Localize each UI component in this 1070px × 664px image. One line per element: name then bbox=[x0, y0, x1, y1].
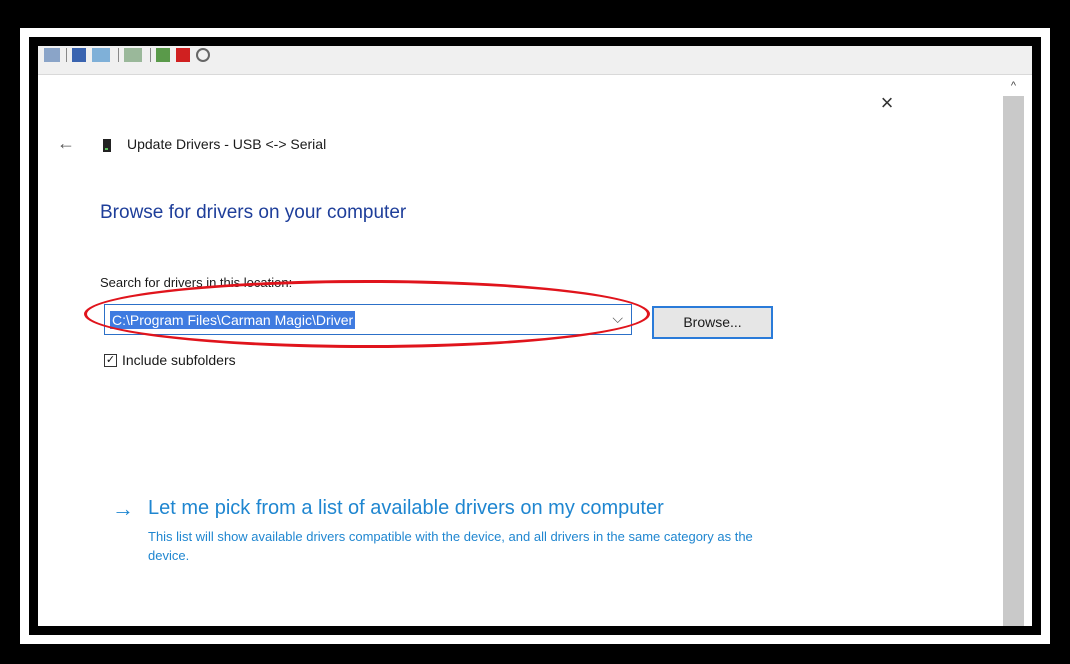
pick-from-list-link[interactable]: Let me pick from a list of available dri… bbox=[148, 497, 664, 520]
toolbar-separator bbox=[66, 48, 67, 62]
vertical-scrollbar[interactable]: ^ bbox=[1003, 76, 1024, 626]
pick-from-list-description: This list will show available drivers co… bbox=[148, 529, 753, 563]
toolbar-icon[interactable] bbox=[156, 48, 170, 62]
arrow-right-icon[interactable]: → bbox=[112, 497, 134, 521]
back-arrow-icon[interactable]: ← bbox=[57, 133, 75, 153]
include-subfolders-checkbox[interactable]: ✓ bbox=[104, 354, 117, 367]
toolbar-separator bbox=[150, 48, 151, 62]
page-heading: Browse for drivers on your computer bbox=[100, 202, 407, 223]
toolbar-download-icon[interactable] bbox=[196, 48, 210, 62]
close-icon[interactable]: × bbox=[874, 90, 900, 116]
toolbar-icon[interactable] bbox=[44, 48, 60, 62]
dialog-header-title: Update Drivers - USB <-> Serial bbox=[127, 136, 327, 152]
toolbar-icon[interactable] bbox=[124, 48, 142, 62]
toolbar-icon[interactable] bbox=[72, 48, 86, 62]
toolbar-icon[interactable] bbox=[92, 48, 110, 62]
red-highlight-annotation bbox=[84, 280, 650, 348]
toolbar-delete-icon[interactable] bbox=[176, 48, 190, 62]
update-drivers-dialog: × ^ ← Update Drivers - USB <-> Serial Br… bbox=[38, 46, 1032, 626]
toolbar-separator bbox=[118, 48, 119, 62]
usb-device-icon bbox=[103, 139, 111, 152]
scroll-thumb[interactable] bbox=[1003, 96, 1024, 626]
include-subfolders-label[interactable]: Include subfolders bbox=[122, 352, 236, 368]
browse-button[interactable]: Browse... bbox=[652, 306, 773, 339]
background-toolbar bbox=[38, 46, 1032, 75]
scroll-up-icon[interactable]: ^ bbox=[1003, 76, 1024, 96]
